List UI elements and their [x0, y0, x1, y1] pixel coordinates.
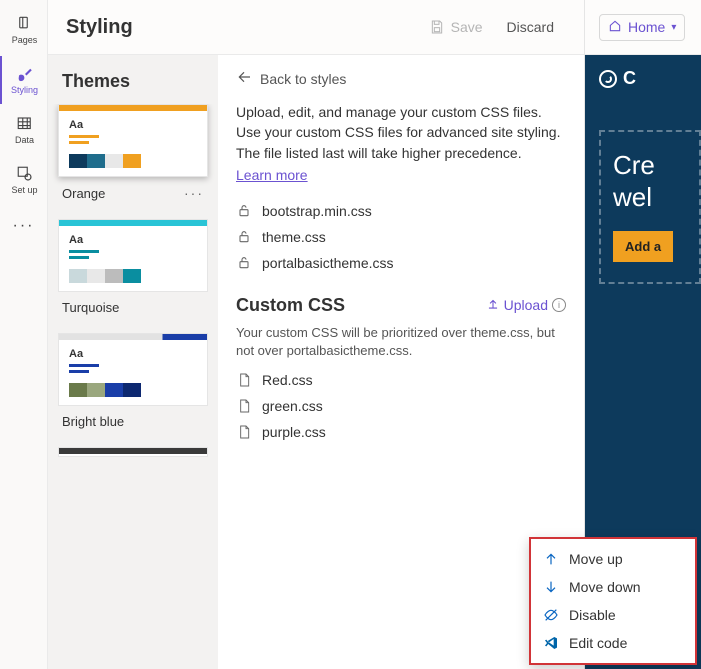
save-button[interactable]: Save [417, 13, 495, 41]
rail-item-data[interactable]: Data [0, 106, 48, 154]
pages-icon [16, 15, 34, 33]
themes-list[interactable]: Aa Orange ··· [48, 104, 218, 669]
preview-toolbar: Home ▾ [585, 0, 701, 55]
rail-item-setup[interactable]: Set up [0, 156, 48, 204]
page-title: Styling [66, 16, 417, 39]
ctx-label: Move down [569, 579, 641, 595]
ctx-move-down[interactable]: Move down [531, 573, 695, 601]
description-text: Upload, edit, and manage your custom CSS… [236, 102, 566, 163]
theme-more-button[interactable]: ··· [184, 185, 204, 201]
custom-file-list: Red.css green.css purple.css [236, 372, 566, 440]
file-name: portalbasictheme.css [262, 255, 394, 271]
learn-more-link[interactable]: Learn more [236, 167, 308, 183]
arrow-down-icon [543, 579, 559, 595]
back-to-styles-link[interactable]: Back to styles [236, 69, 566, 88]
file-item[interactable]: Red.css [236, 372, 566, 388]
rail-more-button[interactable]: ··· [0, 206, 48, 246]
brush-icon [16, 65, 34, 83]
breadcrumb-home[interactable]: Home ▾ [599, 14, 685, 41]
table-icon [16, 115, 34, 133]
theme-thumb: Aa [58, 104, 208, 177]
ctx-label: Edit code [569, 635, 627, 651]
file-item[interactable]: theme.css [236, 229, 566, 245]
save-label: Save [451, 19, 483, 35]
theme-card-partial[interactable] [58, 447, 208, 457]
main-header: Styling Save Discard [48, 0, 584, 55]
theme-thumb [58, 447, 208, 457]
main-column: Styling Save Discard Themes Aa [48, 0, 584, 669]
discard-label: Discard [507, 19, 554, 35]
file-name: purple.css [262, 424, 326, 440]
file-item[interactable]: portalbasictheme.css [236, 255, 566, 271]
rail-label: Data [15, 135, 34, 145]
theme-thumb: Aa [58, 219, 208, 292]
rail-item-styling[interactable]: Styling [0, 56, 48, 104]
theme-card-brightblue[interactable]: Aa Bright blue [58, 333, 208, 429]
custom-css-note: Your custom CSS will be prioritized over… [236, 324, 566, 360]
discard-button[interactable]: Discard [495, 13, 566, 41]
back-label: Back to styles [260, 71, 346, 87]
custom-css-head: Custom CSS Upload i [236, 295, 566, 316]
themes-heading: Themes [48, 55, 218, 104]
ctx-disable[interactable]: Disable [531, 601, 695, 629]
rail-label: Styling [11, 85, 38, 95]
rail-label: Set up [11, 185, 37, 195]
css-file-icon [236, 372, 252, 388]
preview-cta-button[interactable]: Add a [613, 231, 673, 262]
file-name: bootstrap.min.css [262, 203, 372, 219]
file-item[interactable]: bootstrap.min.css [236, 203, 566, 219]
disable-icon [543, 607, 559, 623]
file-item[interactable]: purple.css [236, 424, 566, 440]
vscode-icon [543, 635, 559, 651]
preview-hero: Crewel Add a [599, 130, 701, 283]
css-file-icon [236, 398, 252, 414]
preview-logo: C [585, 67, 701, 90]
css-file-icon [236, 424, 252, 440]
theme-thumb: Aa [58, 333, 208, 406]
brand-initial: C [623, 67, 636, 90]
theme-card-turquoise[interactable]: Aa Turquoise [58, 219, 208, 315]
save-icon [429, 19, 445, 35]
custom-css-heading: Custom CSS [236, 295, 345, 316]
chevron-down-icon: ▾ [671, 22, 676, 33]
logo-icon [599, 70, 617, 88]
arrow-left-icon [236, 69, 252, 88]
main-body: Themes Aa Oran [48, 55, 584, 669]
context-menu: Move up Move down Disable Edit code [529, 537, 697, 665]
setup-icon [16, 165, 34, 183]
rail-label: Pages [12, 35, 38, 45]
theme-label: Turquoise [62, 300, 119, 315]
ctx-edit-code[interactable]: Edit code [531, 629, 695, 657]
upload-icon [486, 297, 500, 314]
lock-icon [236, 203, 252, 219]
upload-label: Upload [504, 297, 548, 313]
file-name: Red.css [262, 372, 313, 388]
theme-label: Bright blue [62, 414, 124, 429]
theme-label: Orange [62, 186, 105, 201]
info-icon[interactable]: i [552, 298, 566, 312]
builtin-file-list: bootstrap.min.css theme.css portalbasict… [236, 203, 566, 271]
left-rail: Pages Styling Data Set up ··· [0, 0, 48, 669]
ctx-move-up[interactable]: Move up [531, 545, 695, 573]
rail-item-pages[interactable]: Pages [0, 6, 48, 54]
theme-card-orange[interactable]: Aa Orange ··· [58, 104, 208, 201]
file-name: green.css [262, 398, 323, 414]
arrow-up-icon [543, 551, 559, 567]
file-item[interactable]: green.css [236, 398, 566, 414]
lock-icon [236, 255, 252, 271]
hero-text: Crewel [613, 150, 687, 212]
file-name: theme.css [262, 229, 326, 245]
home-icon [608, 19, 622, 36]
ctx-label: Disable [569, 607, 616, 623]
themes-panel: Themes Aa Oran [48, 55, 218, 669]
lock-icon [236, 229, 252, 245]
ctx-label: Move up [569, 551, 623, 567]
upload-button[interactable]: Upload [486, 297, 548, 314]
crumb-label: Home [628, 19, 665, 35]
